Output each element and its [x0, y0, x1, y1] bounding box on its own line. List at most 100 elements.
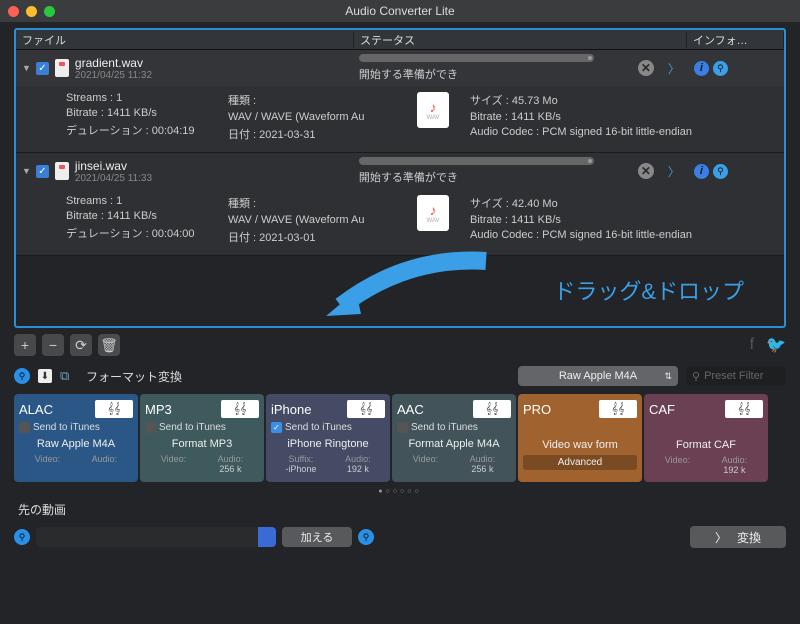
duplicate-icon[interactable]: ⧉ [60, 369, 76, 383]
bitrate2-label: Bitrate : 1411 KB/s [470, 214, 730, 226]
info-icon[interactable]: i [694, 164, 709, 179]
streams-label: Streams : 1 [66, 195, 214, 207]
column-headers: ファイル ステータス インフォ… [16, 30, 784, 50]
codec-label: Audio Codec : PCM signed 16-bit little-e… [470, 229, 730, 241]
size-label: サイズ : 42.40 Mo [470, 195, 730, 211]
header-info[interactable]: インフォ… [687, 32, 784, 48]
file-details: Streams : 1 Bitrate : 1411 KB/s デュレーション … [16, 86, 784, 152]
duration-label: デュレーション : 00:04:00 [66, 225, 214, 241]
file-row[interactable]: ▼ ✓ jinsei.wav 2021/04/25 11:33 開始する準備がで… [16, 153, 784, 256]
file-date: 2021/04/25 11:33 [75, 173, 359, 184]
search-icon[interactable]: ⚲ [713, 61, 728, 76]
send-itunes-checkbox[interactable]: ✓ [271, 422, 282, 433]
drop-zone-label: ドラッグ&ドロップ [553, 274, 744, 306]
chevron-right-icon: 〉 [715, 529, 727, 546]
add-button[interactable]: + [14, 334, 36, 356]
file-list-panel: ファイル ステータス インフォ… ▼ ✓ gradient.wav 2021/0… [14, 28, 786, 328]
twitter-icon[interactable]: 🐦 [766, 335, 786, 355]
file-date: 2021/04/25 11:32 [75, 70, 359, 81]
chevron-right-icon[interactable]: 〉 [668, 163, 680, 180]
progress-text: 開始する準備ができ [359, 169, 594, 185]
facebook-icon[interactable]: f [750, 336, 754, 354]
progress-bar [359, 54, 594, 62]
size-label: サイズ : 45.73 Mo [470, 92, 730, 108]
row-checkbox[interactable]: ✓ [36, 62, 49, 75]
advanced-button[interactable]: Advanced [523, 455, 637, 470]
duration-label: デュレーション : 00:04:19 [66, 122, 214, 138]
add-destination-button[interactable]: 加える [282, 527, 352, 547]
music-icon: 𝄞𝄞 [347, 400, 385, 418]
format-cards-row: ALAC𝄞𝄞 Send to iTunes Raw Apple M4A Vide… [0, 394, 800, 482]
file-type-icon [55, 162, 69, 180]
send-itunes-checkbox[interactable] [19, 422, 30, 433]
convert-button[interactable]: 〉変換 [690, 526, 786, 548]
preset-filter-input[interactable]: ⚲ Preset Filter [686, 366, 786, 386]
file-date2: 日付 : 2021-03-31 [228, 126, 396, 142]
zoom-window-button[interactable] [44, 6, 55, 17]
cancel-icon[interactable]: ✕ [638, 163, 654, 179]
bitrate2-label: Bitrate : 1411 KB/s [470, 111, 730, 123]
header-file[interactable]: ファイル [16, 32, 354, 48]
streams-label: Streams : 1 [66, 92, 214, 104]
drop-zone[interactable]: ドラッグ&ドロップ [16, 256, 784, 326]
music-icon: 𝄞𝄞 [95, 400, 133, 418]
row-checkbox[interactable]: ✓ [36, 165, 49, 178]
traffic-lights [8, 6, 55, 17]
remove-button[interactable]: − [42, 334, 64, 356]
download-icon[interactable]: ⬇ [38, 369, 52, 383]
music-icon: 𝄞𝄞 [221, 400, 259, 418]
progress-bar [359, 157, 594, 165]
destination-select[interactable] [36, 527, 276, 547]
bitrate-label: Bitrate : 1411 KB/s [66, 210, 214, 222]
refresh-button[interactable]: ⟳ [70, 334, 92, 356]
preset-placeholder: Preset Filter [704, 370, 763, 382]
arrow-annotation-icon [326, 246, 496, 326]
music-icon: 𝄞𝄞 [599, 400, 637, 418]
file-date2: 日付 : 2021-03-01 [228, 229, 396, 245]
type-value: WAV / WAVE (Waveform Au [228, 214, 396, 226]
type-value: WAV / WAVE (Waveform Au [228, 111, 396, 123]
cancel-icon[interactable]: ✕ [638, 60, 654, 76]
format-card-mp3[interactable]: MP3𝄞𝄞 Send to iTunes Format MP3 Video:Au… [140, 394, 264, 482]
music-icon: 𝄞𝄞 [725, 400, 763, 418]
format-card-alac[interactable]: ALAC𝄞𝄞 Send to iTunes Raw Apple M4A Vide… [14, 394, 138, 482]
progress-text: 開始する準備ができ [359, 66, 594, 82]
format-card-aac[interactable]: AAC𝄞𝄞 Send to iTunes Format Apple M4A Vi… [392, 394, 516, 482]
format-bar: ⚲ ⬇ ⧉ フォーマット変換 Raw Apple M4A ⚲ Preset Fi… [0, 362, 800, 394]
search-icon: ⚲ [692, 370, 700, 383]
waveform-icon: WAV [417, 195, 449, 231]
search-format-icon[interactable]: ⚲ [14, 368, 30, 384]
chevron-right-icon[interactable]: 〉 [668, 60, 680, 77]
header-status[interactable]: ステータス [354, 32, 687, 48]
minimize-window-button[interactable] [26, 6, 37, 17]
disclosure-icon[interactable]: ▼ [22, 63, 31, 73]
close-window-button[interactable] [8, 6, 19, 17]
disclosure-icon[interactable]: ▼ [22, 166, 31, 176]
destination-label: 先の動画 [0, 501, 800, 518]
music-icon: 𝄞𝄞 [473, 400, 511, 418]
search-icon[interactable]: ⚲ [358, 529, 374, 545]
bitrate-label: Bitrate : 1411 KB/s [66, 107, 214, 119]
format-select[interactable]: Raw Apple M4A [518, 366, 678, 386]
send-itunes-checkbox[interactable] [145, 422, 156, 433]
window-title: Audio Converter Lite [345, 4, 454, 18]
file-type-icon [55, 59, 69, 77]
info-icon[interactable]: i [694, 61, 709, 76]
toolbar: + − ⟳ 🗑 f 🐦 [0, 328, 800, 362]
format-card-caf[interactable]: CAF𝄞𝄞 Format CAF Video:Audio:192 k [644, 394, 768, 482]
format-card-pro[interactable]: PRO𝄞𝄞 Video wav form Advanced [518, 394, 642, 482]
format-card-iphone[interactable]: iPhone𝄞𝄞 ✓Send to iTunes iPhone Ringtone… [266, 394, 390, 482]
trash-button[interactable]: 🗑 [98, 334, 120, 356]
pager-dots[interactable]: ●○○○○○ [0, 482, 800, 501]
send-itunes-checkbox[interactable] [397, 422, 408, 433]
file-row[interactable]: ▼ ✓ gradient.wav 2021/04/25 11:32 開始する準備… [16, 50, 784, 153]
waveform-icon: WAV [417, 92, 449, 128]
file-name: jinsei.wav [75, 159, 359, 173]
search-dest-icon[interactable]: ⚲ [14, 529, 30, 545]
format-label: フォーマット変換 [86, 368, 182, 385]
search-icon[interactable]: ⚲ [713, 164, 728, 179]
titlebar: Audio Converter Lite [0, 0, 800, 22]
type-label: 種類 : [228, 92, 396, 108]
file-name: gradient.wav [75, 56, 359, 70]
codec-label: Audio Codec : PCM signed 16-bit little-e… [470, 126, 730, 138]
